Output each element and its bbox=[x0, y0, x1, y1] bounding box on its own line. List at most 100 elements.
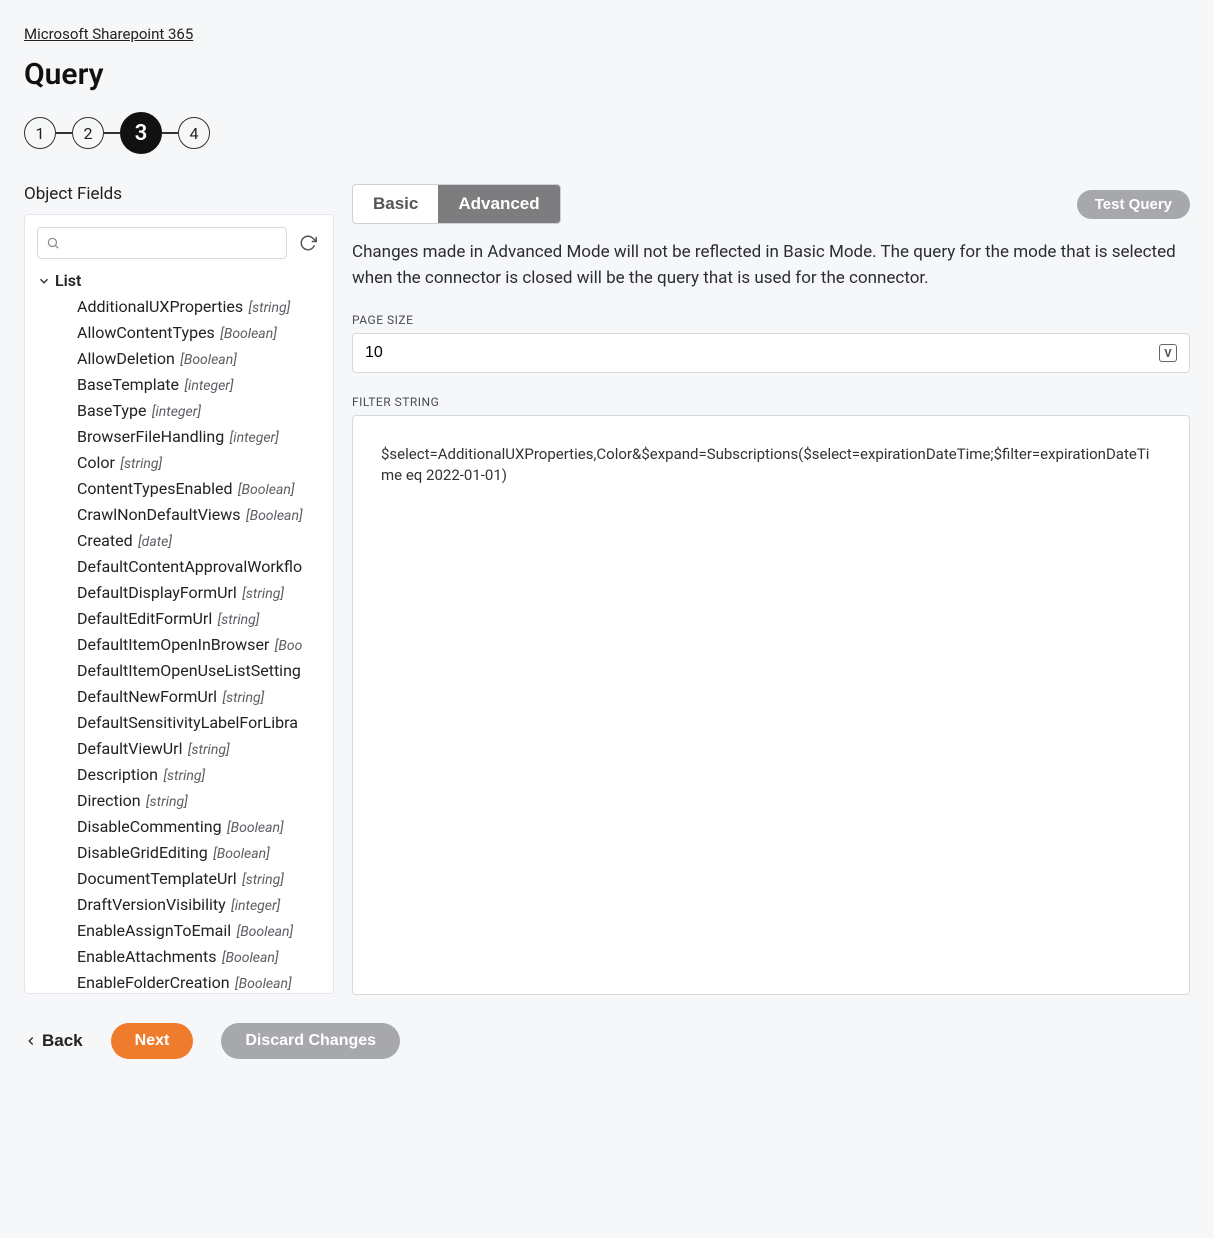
next-button[interactable]: Next bbox=[111, 1023, 194, 1059]
field-name: EnableFolderCreation bbox=[77, 973, 230, 992]
field-type: [Boolean] bbox=[234, 482, 294, 498]
test-query-button[interactable]: Test Query bbox=[1077, 190, 1190, 219]
tab-advanced[interactable]: Advanced bbox=[438, 185, 559, 223]
field-name: AllowDeletion bbox=[77, 349, 175, 368]
step-2[interactable]: 2 bbox=[72, 117, 104, 149]
tree-root-list[interactable]: List bbox=[37, 269, 321, 292]
field-item[interactable]: DefaultEditFormUrl [string] bbox=[77, 606, 321, 632]
field-item[interactable]: BaseTemplate [integer] bbox=[77, 372, 321, 398]
field-item[interactable]: CrawlNonDefaultViews [Boolean] bbox=[77, 502, 321, 528]
step-connector bbox=[162, 132, 178, 134]
field-item[interactable]: ContentTypesEnabled [Boolean] bbox=[77, 476, 321, 502]
field-item[interactable]: DefaultItemOpenInBrowser [Boo bbox=[77, 632, 321, 658]
field-item[interactable]: DefaultViewUrl [string] bbox=[77, 736, 321, 762]
stepper: 1234 bbox=[24, 112, 1190, 154]
field-item[interactable]: DefaultSensitivityLabelForLibra bbox=[77, 710, 321, 736]
field-item[interactable]: Created [date] bbox=[77, 528, 321, 554]
field-type: [Boolean] bbox=[177, 352, 237, 368]
field-type: [Boolean] bbox=[217, 326, 277, 342]
back-button[interactable]: Back bbox=[24, 1031, 83, 1051]
field-name: Created bbox=[77, 531, 133, 550]
field-type: [integer] bbox=[226, 430, 279, 446]
field-item[interactable]: Description [string] bbox=[77, 762, 321, 788]
filter-string-input[interactable]: $select=AdditionalUXProperties,Color&$ex… bbox=[352, 415, 1190, 995]
field-type: [Boolean] bbox=[232, 976, 292, 992]
field-name: BaseType bbox=[77, 401, 146, 420]
field-item[interactable]: AllowContentTypes [Boolean] bbox=[77, 320, 321, 346]
field-item[interactable]: DocumentTemplateUrl [string] bbox=[77, 866, 321, 892]
field-type: [Boolean] bbox=[210, 846, 270, 862]
object-fields-panel: List AdditionalUXProperties [string]Allo… bbox=[24, 214, 334, 994]
field-item[interactable]: DefaultDisplayFormUrl [string] bbox=[77, 580, 321, 606]
field-name: Color bbox=[77, 453, 115, 472]
field-name: DefaultDisplayFormUrl bbox=[77, 583, 237, 602]
filter-string-label: FILTER STRING bbox=[352, 395, 1190, 409]
field-type: [string] bbox=[184, 742, 229, 758]
refresh-button[interactable] bbox=[295, 230, 321, 256]
field-type: [integer] bbox=[148, 404, 201, 420]
field-name: DraftVersionVisibility bbox=[77, 895, 226, 914]
field-item[interactable]: DisableGridEditing [Boolean] bbox=[77, 840, 321, 866]
field-type: [string] bbox=[239, 872, 284, 888]
field-name: DefaultViewUrl bbox=[77, 739, 182, 758]
mode-tabs: Basic Advanced bbox=[352, 184, 561, 224]
field-item[interactable]: BrowserFileHandling [integer] bbox=[77, 424, 321, 450]
field-type: [Boolean] bbox=[243, 508, 303, 524]
field-type: [string] bbox=[239, 586, 284, 602]
field-name: ContentTypesEnabled bbox=[77, 479, 232, 498]
chevron-down-icon bbox=[37, 274, 51, 288]
field-item[interactable]: Direction [string] bbox=[77, 788, 321, 814]
chevron-left-icon bbox=[24, 1034, 38, 1048]
field-name: DefaultContentApprovalWorkflo bbox=[77, 557, 302, 576]
tab-basic[interactable]: Basic bbox=[353, 185, 438, 223]
field-item[interactable]: AllowDeletion [Boolean] bbox=[77, 346, 321, 372]
field-name: BaseTemplate bbox=[77, 375, 179, 394]
field-name: AdditionalUXProperties bbox=[77, 297, 243, 316]
field-name: Direction bbox=[77, 791, 141, 810]
page-size-label: PAGE SIZE bbox=[352, 313, 1190, 327]
field-type: [Boolean] bbox=[233, 924, 293, 940]
back-label: Back bbox=[42, 1031, 83, 1051]
field-item[interactable]: DefaultNewFormUrl [string] bbox=[77, 684, 321, 710]
page-size-input-wrap[interactable]: V bbox=[352, 333, 1190, 373]
step-1[interactable]: 1 bbox=[24, 117, 56, 149]
step-3[interactable]: 3 bbox=[120, 112, 162, 154]
field-type: [string] bbox=[219, 690, 264, 706]
field-type: [string] bbox=[143, 794, 188, 810]
page-size-input[interactable] bbox=[365, 344, 1159, 362]
field-name: Description bbox=[77, 765, 158, 784]
field-item[interactable]: AdditionalUXProperties [string] bbox=[77, 294, 321, 320]
field-item[interactable]: BaseType [integer] bbox=[77, 398, 321, 424]
field-type: [string] bbox=[245, 300, 290, 316]
field-name: BrowserFileHandling bbox=[77, 427, 224, 446]
search-input[interactable] bbox=[60, 232, 278, 254]
field-item[interactable]: DraftVersionVisibility [integer] bbox=[77, 892, 321, 918]
field-item[interactable]: Color [string] bbox=[77, 450, 321, 476]
object-fields-heading: Object Fields bbox=[24, 184, 334, 204]
refresh-icon bbox=[299, 234, 317, 252]
field-type: [string] bbox=[160, 768, 205, 784]
field-name: EnableAssignToEmail bbox=[77, 921, 231, 940]
breadcrumb[interactable]: Microsoft Sharepoint 365 bbox=[24, 25, 193, 43]
field-name: DisableGridEditing bbox=[77, 843, 208, 862]
search-icon bbox=[46, 236, 60, 250]
step-4[interactable]: 4 bbox=[178, 117, 210, 149]
step-connector bbox=[104, 132, 120, 134]
mode-notice: Changes made in Advanced Mode will not b… bbox=[352, 240, 1190, 291]
variable-badge[interactable]: V bbox=[1159, 344, 1177, 362]
field-type: [integer] bbox=[181, 378, 234, 394]
field-item[interactable]: DisableCommenting [Boolean] bbox=[77, 814, 321, 840]
field-item[interactable]: EnableAssignToEmail [Boolean] bbox=[77, 918, 321, 944]
field-type: [string] bbox=[117, 456, 162, 472]
field-item[interactable]: EnableFolderCreation [Boolean] bbox=[77, 970, 321, 994]
field-name: DefaultItemOpenInBrowser bbox=[77, 635, 269, 654]
search-input-wrap[interactable] bbox=[37, 227, 287, 259]
field-type: [Boolean] bbox=[224, 820, 284, 836]
field-item[interactable]: EnableAttachments [Boolean] bbox=[77, 944, 321, 970]
tree-root-label: List bbox=[55, 271, 81, 290]
field-item[interactable]: DefaultContentApprovalWorkflo bbox=[77, 554, 321, 580]
filter-string-value: $select=AdditionalUXProperties,Color&$ex… bbox=[381, 444, 1161, 486]
field-name: DefaultSensitivityLabelForLibra bbox=[77, 713, 298, 732]
field-item[interactable]: DefaultItemOpenUseListSetting bbox=[77, 658, 321, 684]
discard-changes-button[interactable]: Discard Changes bbox=[221, 1023, 400, 1059]
